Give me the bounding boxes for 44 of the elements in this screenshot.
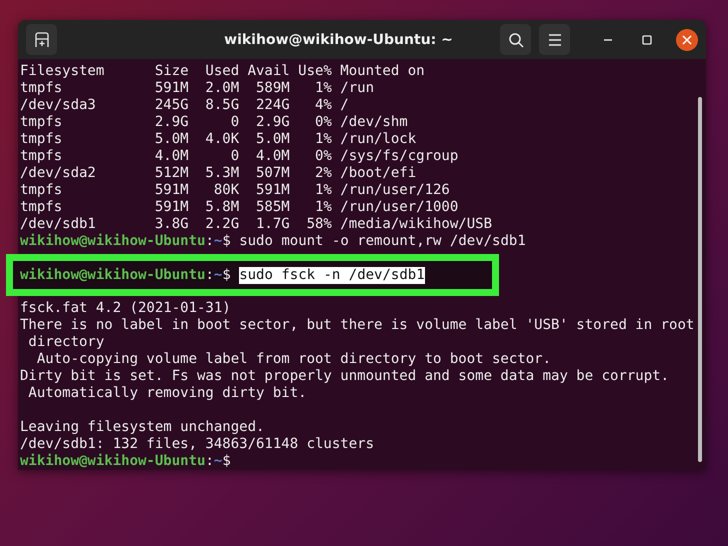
output-line: tmpfs 591M 2.0M 589M 1% /run — [20, 80, 376, 97]
command-text: sudo mount -o remount,rw /dev/sdb1 — [239, 233, 526, 249]
prompt-path: ~ — [214, 453, 222, 469]
output-line: Dirty bit is set. Fs was not properly unmounted and some data may be corrupt. — [20, 368, 670, 385]
selected-command: sudo fsck -n /dev/sdb1 — [239, 266, 425, 284]
output-line: /dev/sdb1: 132 files, 34863/61148 clusters — [20, 436, 376, 453]
prompt-separator: : — [205, 233, 214, 249]
output-line: tmpfs 591M 80K 591M 1% /run/user/126 — [20, 182, 451, 199]
close-icon — [682, 34, 692, 44]
prompt-separator: : — [205, 266, 214, 282]
menu-icon — [548, 34, 562, 46]
output-line: fsck.fat 4.2 (2021-01-31) — [20, 300, 232, 317]
scrollbar[interactable] — [698, 97, 702, 462]
output-line: /dev/sda3 245G 8.5G 224G 4% / — [20, 97, 350, 114]
search-button[interactable] — [500, 24, 531, 55]
output-line: tmpfs 591M 5.8M 585M 1% /run/user/1000 — [20, 199, 460, 216]
output-line: Filesystem Size Used Avail Use% Mounted on — [20, 63, 426, 80]
prompt-symbol: $ — [222, 453, 231, 469]
minimize-icon — [602, 38, 612, 40]
prompt-symbol: $ — [222, 266, 231, 282]
search-icon — [508, 32, 524, 48]
window-title: wikihow@wikihow-Ubuntu: ~ — [223, 32, 454, 48]
output-line: directory — [27, 334, 106, 351]
prompt-user: wikihow@wikihow-Ubuntu — [20, 233, 206, 249]
output-line: There is no label in boot sector, but there is volume label 'USB' stored in root — [20, 317, 694, 334]
output-line: Auto-copying volume label from root directory to boot sector. — [36, 351, 552, 368]
output-line: tmpfs 2.9G 0 2.9G 0% /dev/shm — [20, 114, 409, 131]
output-line: tmpfs 4.0M 0 4.0M 0% /sys/fs/cgroup — [20, 148, 460, 165]
output-line: Automatically removing dirty bit. — [27, 385, 308, 402]
prompt-separator: : — [205, 453, 214, 469]
new-tab-button[interactable] — [26, 24, 57, 55]
output-line: Leaving filesystem unchanged. — [20, 419, 266, 436]
prompt-user: wikihow@wikihow-Ubuntu — [20, 266, 206, 284]
maximize-icon — [642, 34, 652, 44]
menu-button[interactable] — [539, 24, 570, 55]
prompt-user: wikihow@wikihow-Ubuntu — [20, 453, 206, 469]
prompt-path: ~ — [214, 233, 222, 249]
new-tab-icon — [34, 32, 50, 48]
prompt-symbol: $ — [222, 233, 231, 249]
close-button[interactable] — [676, 28, 698, 50]
output-line: /dev/sdb1 3.8G 2.2G 1.7G 58% /media/wikihow/USB — [20, 216, 494, 233]
output-line: tmpfs 5.0M 4.0K 5.0M 1% /run/lock — [20, 131, 418, 148]
output-line: /dev/sda2 512M 5.3M 507M 2% /boot/efi — [20, 165, 418, 182]
prompt-path: ~ — [214, 266, 222, 282]
